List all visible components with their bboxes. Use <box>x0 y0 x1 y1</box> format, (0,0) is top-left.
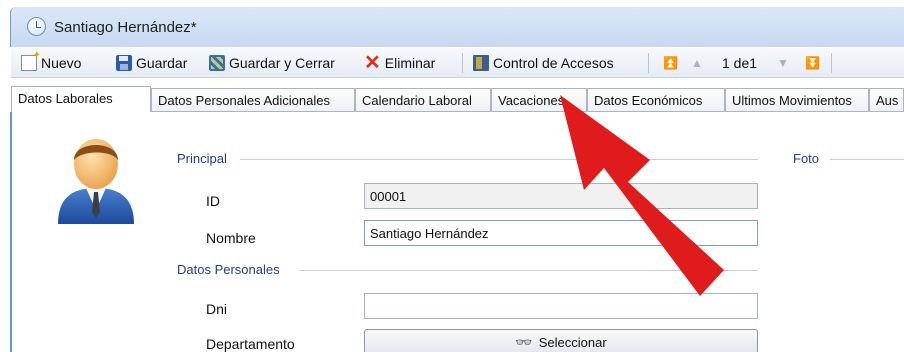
first-icon: ⏫ <box>663 56 678 70</box>
seleccionar-button[interactable]: 👓 Seleccionar <box>364 329 758 352</box>
tab-ultimos-movimientos[interactable]: Ultimos Movimientos <box>725 88 869 112</box>
tab-datos-laborales[interactable]: Datos Laborales <box>11 86 151 112</box>
last-record-button[interactable]: ⏬ <box>805 53 820 73</box>
id-label: ID <box>206 193 220 209</box>
clock-icon <box>27 17 46 36</box>
personales-group-line <box>300 270 758 271</box>
previous-record-button[interactable]: ▲ <box>691 53 703 73</box>
save-close-button[interactable]: Guardar y Cerrar <box>209 53 335 73</box>
binoculars-icon: 👓 <box>515 333 533 350</box>
tab-datos-economicos[interactable]: Datos Económicos <box>587 88 725 112</box>
save-button[interactable]: Guardar <box>116 53 187 73</box>
page-indicator-text: 1 de1 <box>722 55 758 71</box>
toolbar-separator <box>831 53 832 73</box>
tab-datos-personales-adicionales[interactable]: Datos Personales Adicionales <box>151 88 355 112</box>
photo-area[interactable] <box>832 170 904 352</box>
window-left-border <box>10 112 12 352</box>
dni-label: Dni <box>206 301 228 317</box>
id-field[interactable] <box>364 183 758 209</box>
principal-group-label: Principal <box>177 151 227 166</box>
save-close-icon <box>209 55 225 71</box>
personales-group-label: Datos Personales <box>177 262 280 277</box>
last-icon: ⏬ <box>805 56 820 70</box>
dni-field[interactable] <box>364 293 758 319</box>
new-document-icon <box>21 50 41 71</box>
departamento-label: Departamento <box>206 336 295 352</box>
delete-button-label: Eliminar <box>384 55 436 71</box>
nombre-label: Nombre <box>206 230 256 246</box>
user-avatar-icon <box>58 139 134 224</box>
new-button-label: Nuevo <box>41 55 82 71</box>
window-title: Santiago Hernández* <box>54 19 197 36</box>
tab-calendario-laboral[interactable]: Calendario Laboral <box>355 88 491 112</box>
new-button[interactable]: Nuevo <box>21 50 82 73</box>
window-titlebar: Santiago Hernández* <box>10 7 904 47</box>
save-button-label: Guardar <box>136 55 188 71</box>
access-control-button-label: Control de Accesos <box>493 55 614 71</box>
tab-ausencias[interactable]: Aus <box>869 88 904 112</box>
tab-strip: Datos Laborales Datos Personales Adicion… <box>11 86 904 112</box>
toolbar-separator <box>462 53 463 73</box>
tab-vacaciones[interactable]: Vacaciones <box>491 88 587 112</box>
delete-button[interactable]: ✕ Eliminar <box>364 53 435 73</box>
toolbar-separator <box>648 53 649 73</box>
foto-group-line <box>830 159 904 160</box>
access-control-icon <box>473 55 489 71</box>
save-close-button-label: Guardar y Cerrar <box>229 55 335 71</box>
previous-icon: ▲ <box>691 56 703 70</box>
first-record-button[interactable]: ⏫ <box>663 53 678 73</box>
delete-icon: ✕ <box>364 52 381 74</box>
seleccionar-button-label: Seleccionar <box>538 334 607 350</box>
toolbar: Nuevo Guardar Guardar y Cerrar ✕ Elimina… <box>11 48 904 78</box>
next-record-button[interactable]: ▼ <box>777 53 789 73</box>
page-indicator: 1 de1 <box>722 53 757 73</box>
nombre-field[interactable] <box>364 220 758 246</box>
save-icon <box>116 55 132 71</box>
foto-group-label: Foto <box>793 151 820 166</box>
access-control-button[interactable]: Control de Accesos <box>473 53 614 73</box>
principal-group-line <box>240 159 758 160</box>
next-icon: ▼ <box>777 56 789 70</box>
